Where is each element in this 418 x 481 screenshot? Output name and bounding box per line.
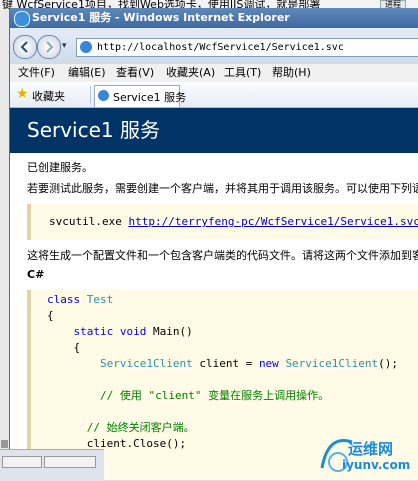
taskbar-button[interactable] [2, 456, 42, 468]
page-ie-icon [80, 41, 92, 53]
status-text: 已创建服务。 [27, 161, 93, 174]
menu-view[interactable]: 查看(V) [116, 64, 154, 82]
favorites-label[interactable]: 收藏夹 [32, 88, 65, 104]
language-label: C# [27, 268, 45, 281]
tab-service1[interactable]: Service1 服务 [94, 85, 186, 107]
forward-arrow-icon [46, 41, 54, 53]
watermark-name: 运维网 [348, 440, 394, 458]
ie-logo-icon [14, 11, 30, 27]
description-text: 这将生成一个配置文件和一个包含客户端类的代码文件。请将这两个文件添加到客户端应 [27, 249, 418, 262]
address-text[interactable]: http://localhost/WcfService1/Service1.sv… [97, 40, 344, 55]
back-button[interactable] [13, 35, 37, 59]
menu-edit[interactable]: 编辑(E) [68, 64, 106, 82]
toolbar-divider [90, 86, 91, 103]
favorites-bar: ★ 收藏夹 Service1 服务 [10, 82, 418, 108]
command-text: svcutil.exe http://terryfeng-pc/WcfServi… [49, 215, 418, 228]
intro-text: 若要测试此服务，需要创建一个客户端，并将其用于调用该服务。可以使用下列语法，从 [27, 182, 418, 195]
command-box: svcutil.exe http://terryfeng-pc/WcfServi… [27, 204, 418, 240]
favorites-star-icon[interactable]: ★ [16, 87, 29, 101]
window-title: Service1 服务 - Windows Internet Explorer [32, 11, 290, 24]
menu-favorites[interactable]: 收藏夹(A) [166, 64, 215, 82]
menu-bar: 文件(F) 编辑(E) 查看(V) 收藏夹(A) 工具(T) 帮助(H) [10, 64, 418, 83]
back-arrow-icon [20, 41, 28, 53]
forward-button[interactable] [37, 35, 61, 59]
tab-ie-icon [98, 90, 109, 101]
menu-file[interactable]: 文件(F) [18, 64, 55, 82]
heading-band: Service1 服务 [10, 108, 418, 153]
navigation-bar: ▾ http://localhost/WcfService1/Service1.… [10, 28, 418, 64]
scrollbar-thumb[interactable] [1, 440, 8, 448]
menu-tools[interactable]: 工具(T) [224, 64, 261, 82]
command-prefix: svcutil.exe [49, 215, 129, 228]
history-dropdown-icon[interactable]: ▾ [62, 41, 67, 51]
page-title: Service1 服务 [27, 118, 160, 142]
page-content: Service1 服务 已创建服务。 若要测试此服务，需要创建一个客户端，并将其… [10, 108, 418, 480]
ie-window: Service1 服务 - Windows Internet Explorer … [9, 8, 418, 480]
menu-help[interactable]: 帮助(H) [272, 64, 311, 82]
watermark-url: iyunv.com [342, 458, 411, 472]
title-bar[interactable]: Service1 服务 - Windows Internet Explorer [10, 8, 418, 28]
taskbar-button[interactable] [44, 456, 96, 468]
service-link[interactable]: http://terryfeng-pc/WcfService1/Service1… [128, 215, 418, 228]
tab-label: Service1 服务 [113, 91, 187, 104]
address-field[interactable]: http://localhost/WcfService1/Service1.sv… [76, 38, 418, 57]
